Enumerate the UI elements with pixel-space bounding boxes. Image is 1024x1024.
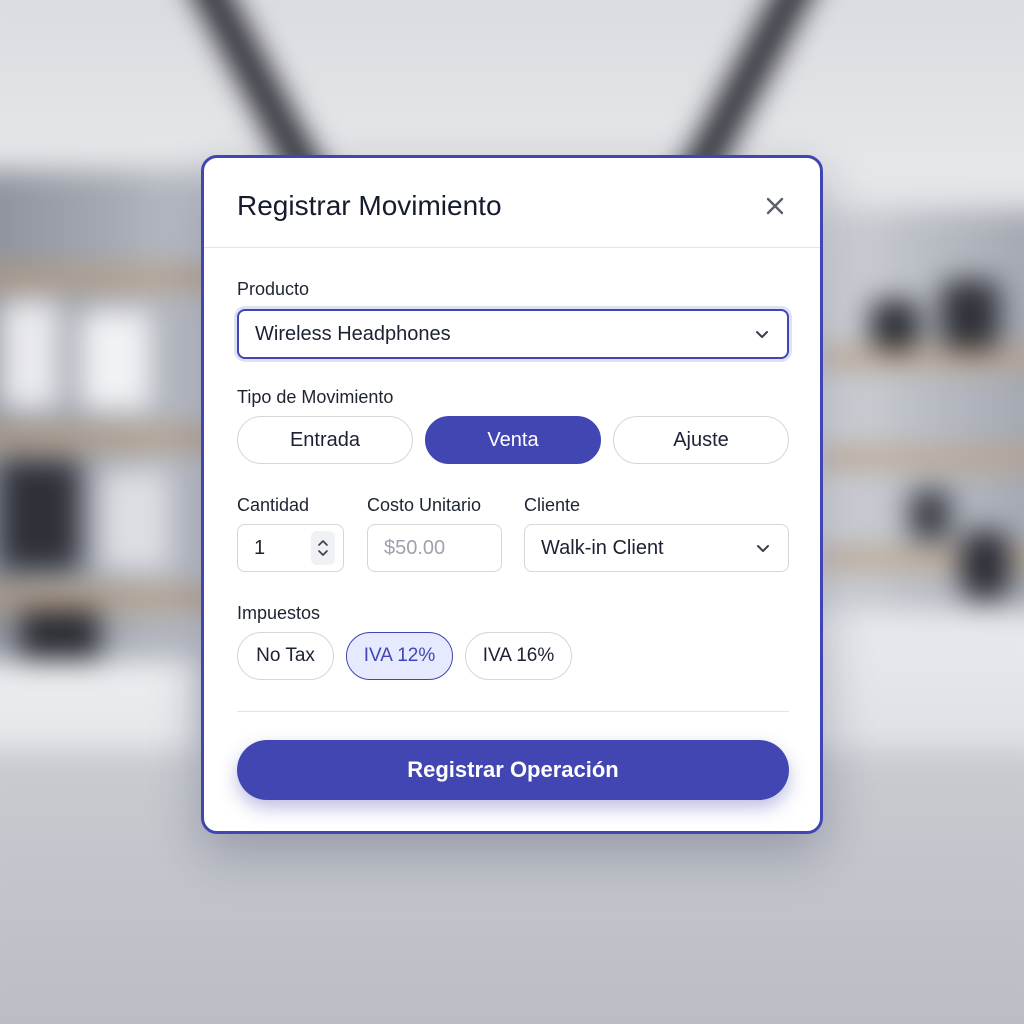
product-box <box>100 470 170 570</box>
chevron-down-icon[interactable] <box>317 548 329 558</box>
right-shelf <box>820 450 1024 466</box>
quantity-stepper[interactable]: 1 <box>237 524 344 572</box>
quantity-label: Cantidad <box>237 495 310 515</box>
product-item <box>960 530 1010 600</box>
client-select-value: Walk-in Client <box>541 536 664 559</box>
chevron-up-icon[interactable] <box>317 538 329 548</box>
left-shelf <box>0 430 220 446</box>
tax-option-iva-12[interactable]: IVA 12% <box>346 632 453 680</box>
product-label: Producto <box>237 279 310 299</box>
tax-option-iva-16[interactable]: IVA 16% <box>465 632 572 680</box>
close-button[interactable] <box>760 191 790 221</box>
divider <box>237 711 789 712</box>
register-movement-modal: Registrar Movimiento Producto Wireless H… <box>201 155 823 834</box>
left-shelf <box>0 590 220 606</box>
register-operation-button[interactable]: Registrar Operación <box>237 740 789 800</box>
quantity-value: 1 <box>254 536 266 559</box>
client-select[interactable]: Walk-in Client <box>524 524 789 572</box>
unit-cost-input[interactable]: $50.00 <box>367 524 502 572</box>
unit-cost-placeholder: $50.00 <box>384 536 446 559</box>
movement-option-ajuste[interactable]: Ajuste <box>613 416 789 464</box>
tax-option-no-tax[interactable]: No Tax <box>237 632 334 680</box>
client-label: Cliente <box>524 495 581 515</box>
chevron-down-icon <box>756 331 768 338</box>
chevron-down-icon <box>757 545 769 552</box>
product-select[interactable]: Wireless Headphones <box>237 309 789 359</box>
product-box <box>0 460 80 570</box>
product-item <box>940 280 1000 350</box>
movement-option-entrada[interactable]: Entrada <box>237 416 413 464</box>
product-box <box>80 310 150 410</box>
left-shelf <box>0 270 220 286</box>
movement-type-label: Tipo de Movimiento <box>237 387 394 407</box>
modal-title: Registrar Movimiento <box>237 190 502 221</box>
quantity-stepper-controls[interactable] <box>311 531 335 565</box>
unit-cost-label: Costo Unitario <box>367 495 482 515</box>
close-icon <box>766 197 784 215</box>
taxes-label: Impuestos <box>237 603 321 623</box>
product-item <box>870 300 920 350</box>
product-select-value: Wireless Headphones <box>255 322 451 345</box>
right-shelf <box>820 350 1024 366</box>
product-item <box>910 490 950 540</box>
movement-option-venta[interactable]: Venta <box>425 416 601 464</box>
product-box <box>0 300 60 410</box>
modal-header: Registrar Movimiento <box>204 158 820 248</box>
